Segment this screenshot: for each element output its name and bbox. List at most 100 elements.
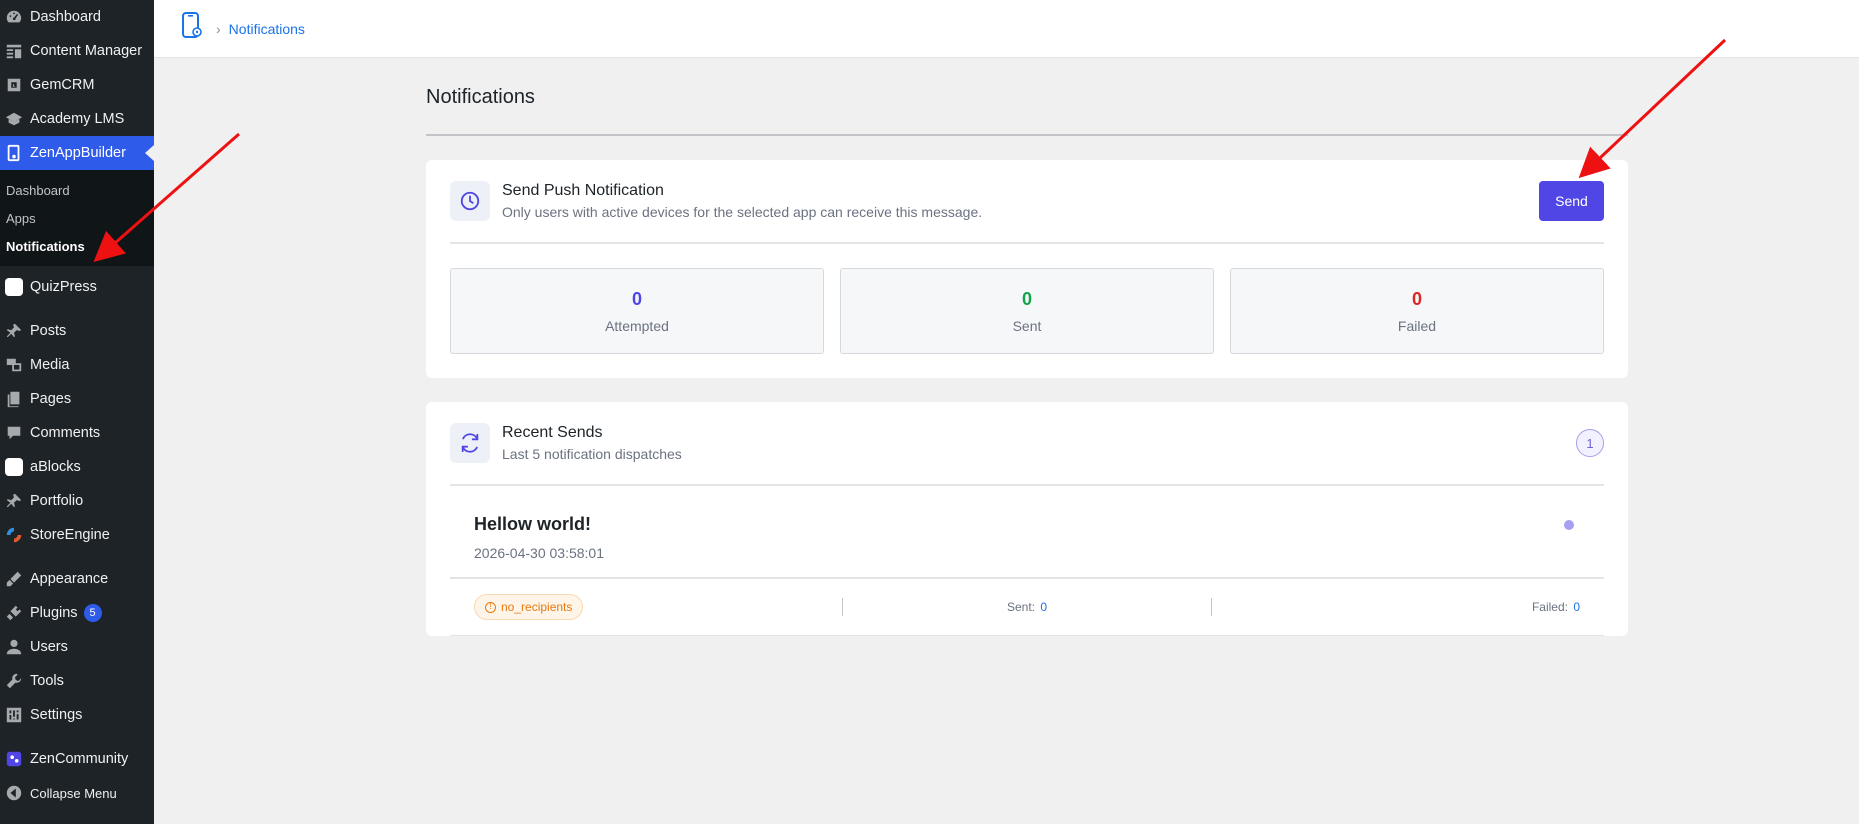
stat-value: 0 — [631, 288, 642, 309]
sent-label: Sent: — [1006, 600, 1035, 614]
recent-sends-card: Recent Sends Last 5 notification dispatc… — [426, 402, 1628, 636]
menu-label: Comments — [30, 425, 101, 441]
failed-count: Failed: 0 — [1532, 600, 1580, 614]
menu-label: Media — [30, 357, 70, 373]
main-content: Notifications Send Push Notification Onl… — [426, 58, 1628, 660]
zenappbuilder-submenu: Dashboard Apps Notifications — [0, 170, 154, 266]
menu-label: Plugins — [30, 605, 78, 621]
send-push-card: Send Push Notification Only users with a… — [426, 160, 1628, 378]
menu-label: Academy LMS — [30, 111, 125, 127]
submenu-item-dashboard[interactable]: Dashboard — [0, 176, 154, 204]
menu-item-zenappbuilder[interactable]: ZenAppBuilder — [0, 136, 154, 170]
card-title: Recent Sends — [502, 424, 603, 441]
card-header: Recent Sends Last 5 notification dispatc… — [450, 402, 1604, 486]
card-title: Send Push Notification — [502, 182, 664, 199]
menu-item-comments[interactable]: Comments — [0, 416, 154, 450]
gemcrm-icon — [4, 75, 24, 95]
menu-label: ZenCommunity — [30, 751, 129, 767]
menu-item-settings[interactable]: Settings — [0, 698, 154, 732]
chevron-right-icon: › — [216, 20, 221, 37]
menu-label: aBlocks — [30, 459, 81, 475]
notification-date: 2026-04-30 03:58:01 — [474, 545, 604, 561]
menu-label: Appearance — [30, 571, 109, 587]
collapse-icon — [4, 783, 24, 803]
menu-label: StoreEngine — [30, 527, 110, 543]
menu-item-dashboard[interactable]: Dashboard — [0, 0, 154, 34]
zenappbuilder-icon — [4, 143, 24, 163]
menu-item-zencommunity[interactable]: ZenCommunity — [0, 742, 154, 776]
stat-value: 0 — [1021, 288, 1032, 309]
pin-icon — [4, 491, 24, 511]
dashboard-icon — [4, 7, 24, 27]
users-icon — [4, 637, 24, 657]
pages-icon — [4, 389, 24, 409]
clock-icon — [450, 181, 490, 221]
pin-icon — [4, 321, 24, 341]
menu-item-tools[interactable]: Tools — [0, 664, 154, 698]
mobile-app-icon — [180, 12, 204, 45]
breadcrumb-notifications[interactable]: Notifications — [229, 21, 305, 37]
menu-item-posts[interactable]: Posts — [0, 314, 154, 348]
menu-label: Collapse Menu — [30, 785, 117, 801]
menu-label: Tools — [30, 673, 64, 689]
submenu-item-apps[interactable]: Apps — [0, 204, 154, 232]
plugins-update-badge: 5 — [83, 604, 102, 622]
stat-label: Sent — [1012, 317, 1042, 334]
admin-sidebar: Dashboard Content Manager GemCRM Academy… — [0, 0, 154, 824]
menu-label: Content Manager — [30, 43, 143, 59]
divider — [426, 134, 1628, 136]
notification-details-row: ! no_recipients Sent: 0 Failed: 0 — [450, 577, 1604, 636]
failed-value: 0 — [1573, 600, 1580, 614]
settings-icon — [4, 705, 24, 725]
failed-label: Failed: — [1531, 600, 1568, 614]
stat-sent: 0 Sent — [840, 268, 1214, 354]
info-icon: ! — [485, 601, 496, 613]
sent-count: Sent: 0 — [1007, 600, 1047, 614]
menu-item-content-manager[interactable]: Content Manager — [0, 34, 154, 68]
stats-row: 0 Attempted 0 Sent 0 Failed — [450, 244, 1604, 378]
menu-label: ZenAppBuilder — [30, 145, 126, 161]
status-badge: ! no_recipients — [474, 594, 584, 620]
card-subtitle: Only users with active devices for the s… — [502, 204, 983, 220]
academy-icon — [4, 109, 24, 129]
status-dot — [1564, 520, 1574, 530]
menu-item-storeengine[interactable]: StoreEngine — [0, 518, 154, 552]
recent-count-badge: 1 — [1576, 429, 1604, 457]
zencommunity-icon — [4, 749, 24, 769]
stat-attempted: 0 Attempted — [450, 268, 824, 354]
menu-label: GemCRM — [30, 77, 95, 93]
menu-item-users[interactable]: Users — [0, 630, 154, 664]
media-icon — [4, 355, 24, 375]
status-text: no_recipients — [501, 600, 573, 614]
collapse-menu-button[interactable]: Collapse Menu — [0, 776, 154, 810]
menu-item-pages[interactable]: Pages — [0, 382, 154, 416]
menu-item-appearance[interactable]: Appearance — [0, 562, 154, 596]
menu-item-quizpress[interactable]: QuizPress — [0, 270, 154, 304]
menu-item-media[interactable]: Media — [0, 348, 154, 382]
menu-item-plugins[interactable]: Plugins 5 — [0, 596, 154, 630]
stat-value: 0 — [1411, 288, 1422, 309]
menu-label: Dashboard — [30, 9, 101, 25]
content-manager-icon — [4, 41, 24, 61]
stat-label: Attempted — [605, 317, 669, 334]
stat-failed: 0 Failed — [1230, 268, 1604, 354]
menu-item-ablocks[interactable]: aBlocks — [0, 450, 154, 484]
quizpress-icon — [4, 277, 24, 297]
menu-item-portfolio[interactable]: Portfolio — [0, 484, 154, 518]
submenu-item-notifications[interactable]: Notifications — [0, 232, 154, 260]
menu-label: Posts — [30, 323, 67, 339]
sent-value: 0 — [1040, 600, 1048, 614]
menu-label: Pages — [30, 391, 72, 407]
list-item: Hellow world! 2026-04-30 03:58:01 — [450, 486, 1604, 577]
card-header: Send Push Notification Only users with a… — [450, 160, 1604, 244]
notification-title: Hellow world! — [474, 514, 591, 534]
menu-item-academy-lms[interactable]: Academy LMS — [0, 102, 154, 136]
plugins-icon — [4, 603, 24, 623]
menu-label: Users — [30, 639, 68, 655]
page-title: Notifications — [426, 86, 535, 108]
menu-item-gemcrm[interactable]: GemCRM — [0, 68, 154, 102]
appearance-icon — [4, 569, 24, 589]
send-button[interactable]: Send — [1539, 181, 1604, 221]
comments-icon — [4, 423, 24, 443]
card-subtitle: Last 5 notification dispatches — [502, 446, 682, 462]
